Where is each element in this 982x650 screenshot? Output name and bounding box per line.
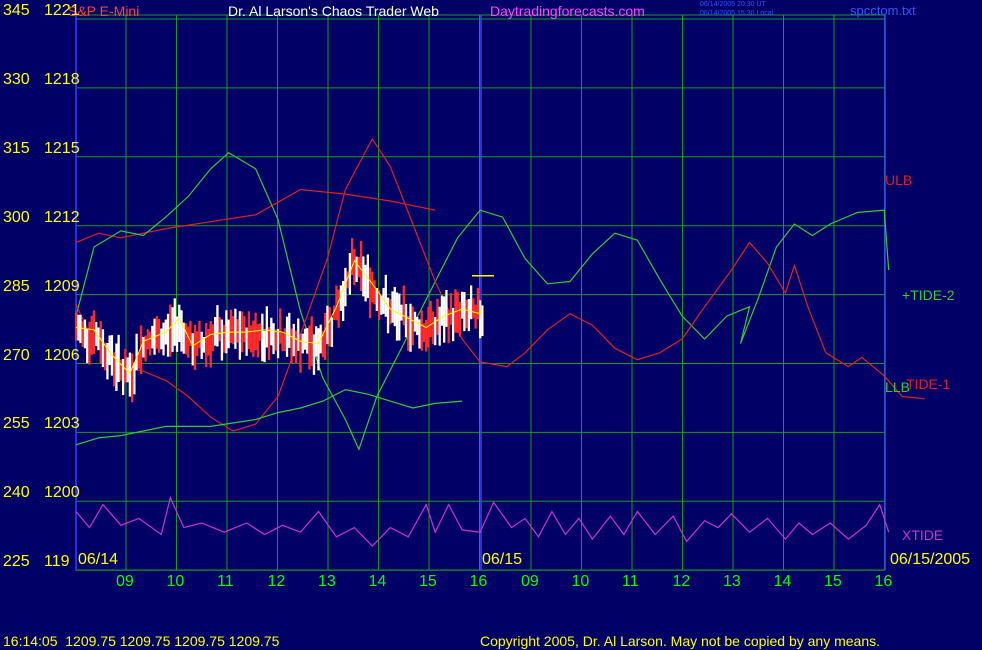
x-hour-label: 10 bbox=[166, 573, 185, 590]
y-price-tick-label: 1215 bbox=[44, 139, 80, 157]
x-hour-label: 09 bbox=[521, 573, 539, 590]
x-hour-label: 10 bbox=[571, 573, 590, 590]
y-left-tick-label: 225 bbox=[3, 553, 30, 571]
x-hour-label: 11 bbox=[622, 573, 639, 590]
y-price-tick-label: 1218 bbox=[44, 70, 80, 88]
label-ulb: ULB bbox=[885, 172, 913, 188]
site-url: Daytradingforecasts.com bbox=[490, 3, 645, 19]
series-ulb bbox=[75, 188, 436, 243]
y-price-tick-label: 1203 bbox=[44, 415, 80, 433]
x-hour-label: 13 bbox=[318, 573, 336, 590]
y-left-tick-label: 285 bbox=[3, 277, 30, 295]
site-title: Dr. Al Larson's Chaos Trader Web bbox=[228, 3, 439, 19]
y-left-tick-label: 315 bbox=[3, 139, 30, 157]
y-price-tick-label: 1200 bbox=[44, 484, 80, 502]
timestamp-local: 06/14/2005 15:30 Local bbox=[700, 10, 774, 17]
x-hour-label: 09 bbox=[116, 573, 134, 590]
x-hour-label: 15 bbox=[419, 573, 437, 590]
x-date-label: 06/15 bbox=[482, 551, 523, 568]
x-hour-label: 14 bbox=[368, 573, 387, 590]
label-llb: LLB bbox=[885, 379, 910, 395]
copyright-notice: Copyright 2005, Dr. Al Larson. May not b… bbox=[480, 633, 881, 649]
x-hour-label: 16 bbox=[874, 573, 893, 590]
x-hour-label: 12 bbox=[267, 573, 286, 590]
label-xtide: XTIDE bbox=[902, 527, 944, 543]
chart-grid bbox=[75, 14, 886, 571]
x-hour-label: 14 bbox=[773, 573, 792, 590]
x-hour-label: 16 bbox=[469, 573, 488, 590]
series-xtide bbox=[75, 495, 890, 547]
series-tide-1 bbox=[75, 137, 925, 432]
y-price-tick-label: 1209 bbox=[44, 277, 80, 295]
x-hour-label: 13 bbox=[723, 573, 741, 590]
x-hour-label: 11 bbox=[217, 573, 234, 590]
series-llb bbox=[75, 388, 463, 446]
y-price-tick-label: 119 bbox=[44, 553, 70, 571]
x-date-label: 06/15/2005 bbox=[890, 551, 971, 568]
data-file-name: spcctom.txt bbox=[850, 3, 916, 18]
x-hour-label: 12 bbox=[672, 573, 691, 590]
x-date-label: 06/14 bbox=[78, 551, 119, 568]
y-left-tick-label: 240 bbox=[3, 484, 30, 502]
label-tide-minus1: TIDE-1 bbox=[906, 376, 951, 392]
y-left-tick-label: 300 bbox=[3, 208, 30, 226]
y-left-tick-label: 330 bbox=[3, 70, 30, 88]
timestamp-ut: 06/14/2005 20:30 UT bbox=[700, 1, 766, 8]
y-left-tick-label: 255 bbox=[3, 415, 30, 433]
y-left-tick-label: 270 bbox=[3, 346, 30, 364]
label-tide-plus2: +TIDE-2 bbox=[902, 287, 955, 303]
y-price-tick-label: 1221 bbox=[44, 2, 80, 19]
price-bars bbox=[74, 238, 484, 403]
y-left-tick-label: 345 bbox=[3, 2, 30, 19]
y-price-tick-label: 1206 bbox=[44, 346, 80, 364]
y-price-tick-label: 1212 bbox=[44, 208, 80, 226]
last-quote: 16:14:05 1209.75 1209.75 1209.75 1209.75 bbox=[3, 633, 280, 649]
x-hour-label: 15 bbox=[824, 573, 842, 590]
